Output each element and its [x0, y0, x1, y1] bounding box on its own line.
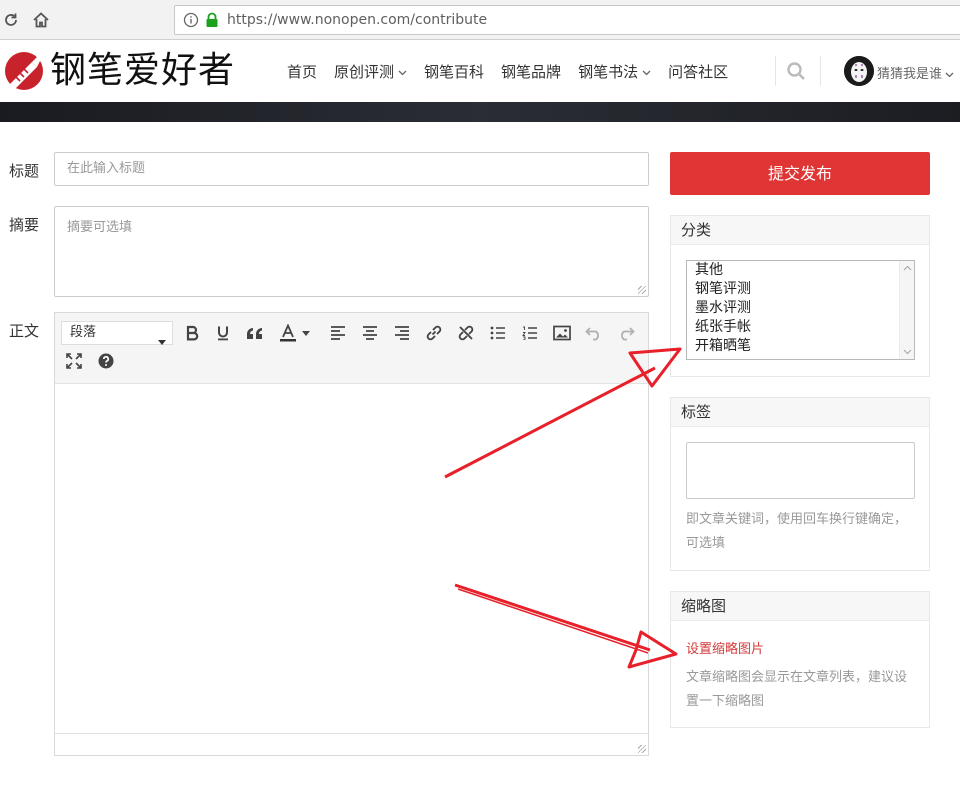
username[interactable]: 猜猜我是谁: [877, 63, 942, 82]
browser-toolbar: https://www.nonopen.com/contribute: [0, 0, 960, 40]
nav-item-brands[interactable]: 钢笔品牌: [501, 61, 561, 82]
address-bar[interactable]: https://www.nonopen.com/contribute: [174, 5, 960, 35]
bold-icon[interactable]: [181, 322, 203, 344]
undo-icon[interactable]: [583, 322, 605, 344]
category-option[interactable]: 其他: [687, 261, 914, 280]
nav-item-calligraphy[interactable]: 钢笔书法: [578, 61, 651, 82]
chevron-down-icon[interactable]: [945, 66, 954, 82]
resize-handle[interactable]: [638, 286, 646, 294]
tags-hint: 即文章关键词，使用回车换行键确定，可选填: [686, 512, 908, 551]
scrollbar[interactable]: [899, 261, 914, 359]
format-select-value: 段落: [70, 325, 97, 340]
category-select[interactable]: 其他 钢笔评测 墨水评测 纸张手帐 开箱晒笔: [686, 260, 915, 360]
chevron-down-icon: [642, 62, 651, 80]
lock-icon: [205, 12, 219, 32]
align-left-icon[interactable]: [327, 322, 349, 344]
bullet-list-icon[interactable]: [487, 322, 509, 344]
help-icon[interactable]: [95, 350, 117, 372]
rich-text-editor: 段落: [54, 312, 649, 756]
nav-item-home[interactable]: 首页: [287, 61, 317, 82]
main-nav: 首页 原创评测 钢笔百科 钢笔品牌 钢笔书法 问答社区: [287, 40, 745, 102]
blockquote-icon[interactable]: [244, 322, 266, 344]
logo-icon[interactable]: [4, 51, 44, 91]
category-panel: 分类 其他 钢笔评测 墨水评测 纸张手帐 开箱晒笔: [670, 215, 930, 377]
unlink-icon[interactable]: [455, 322, 477, 344]
tags-title: 标签: [671, 398, 929, 427]
reload-icon[interactable]: [0, 9, 22, 31]
home-icon[interactable]: [30, 9, 52, 31]
editor-content-area[interactable]: [55, 384, 648, 734]
category-option[interactable]: 墨水评测: [687, 299, 914, 318]
category-title: 分类: [671, 216, 929, 245]
underline-icon[interactable]: [212, 322, 234, 344]
image-icon[interactable]: [551, 322, 573, 344]
divider: [775, 56, 776, 86]
editor-statusbar: [55, 733, 648, 755]
fullscreen-icon[interactable]: [63, 350, 85, 372]
caret-down-icon: [158, 331, 166, 353]
divider: [820, 56, 821, 86]
site-logo-text[interactable]: 钢笔爱好者: [50, 47, 235, 95]
title-label: 标题: [9, 162, 40, 180]
tags-input[interactable]: [686, 442, 915, 499]
submit-button[interactable]: 提交发布: [670, 152, 930, 195]
align-right-icon[interactable]: [391, 322, 413, 344]
nav-item-encyclopedia[interactable]: 钢笔百科: [424, 61, 484, 82]
nav-label: 首页: [287, 62, 318, 81]
redo-icon[interactable]: [615, 322, 637, 344]
thumbnail-title: 缩略图: [671, 592, 929, 621]
caret-down-icon[interactable]: [299, 322, 313, 344]
text-color-icon[interactable]: [277, 322, 299, 344]
nav-item-reviews[interactable]: 原创评测: [334, 61, 407, 82]
category-option[interactable]: 开箱晒笔: [687, 337, 914, 356]
category-option[interactable]: 钢笔评测: [687, 280, 914, 299]
body-label: 正文: [9, 322, 40, 340]
nav-label: 钢笔百科: [424, 62, 485, 81]
title-input[interactable]: 在此输入标题: [54, 152, 649, 186]
resize-handle[interactable]: [638, 745, 646, 753]
banner-strip: [0, 102, 960, 122]
set-thumbnail-link[interactable]: 设置缩略图片: [686, 638, 764, 657]
nav-label: 原创评测: [334, 62, 395, 81]
info-icon[interactable]: [183, 12, 199, 32]
nav-label: 钢笔品牌: [501, 62, 562, 81]
nav-item-qa[interactable]: 问答社区: [668, 61, 728, 82]
summary-textarea[interactable]: 摘要可选填: [54, 206, 649, 297]
nav-label: 问答社区: [668, 62, 729, 81]
avatar[interactable]: [844, 56, 874, 86]
editor-toolbar: 段落: [55, 313, 648, 384]
link-icon[interactable]: [423, 322, 445, 344]
thumbnail-hint: 文章缩略图会显示在文章列表，建议设置一下缩略图: [686, 670, 908, 709]
format-select[interactable]: 段落: [61, 321, 173, 345]
url-text: https://www.nonopen.com/contribute: [227, 12, 488, 28]
align-center-icon[interactable]: [359, 322, 381, 344]
numbered-list-icon[interactable]: [519, 322, 541, 344]
tags-panel: 标签 即文章关键词，使用回车换行键确定，可选填: [670, 397, 930, 571]
nav-label: 钢笔书法: [578, 62, 639, 81]
site-header: 钢笔爱好者 首页 原创评测 钢笔百科 钢笔品牌 钢笔书法 问答社区 猜猜我是谁: [0, 40, 960, 102]
search-icon[interactable]: [786, 61, 806, 85]
summary-label: 摘要: [9, 216, 40, 234]
category-option[interactable]: 纸张手帐: [687, 318, 914, 337]
chevron-down-icon: [398, 62, 407, 80]
summary-placeholder: 摘要可选填: [67, 220, 133, 235]
thumbnail-panel: 缩略图 设置缩略图片 文章缩略图会显示在文章列表，建议设置一下缩略图: [670, 591, 930, 728]
